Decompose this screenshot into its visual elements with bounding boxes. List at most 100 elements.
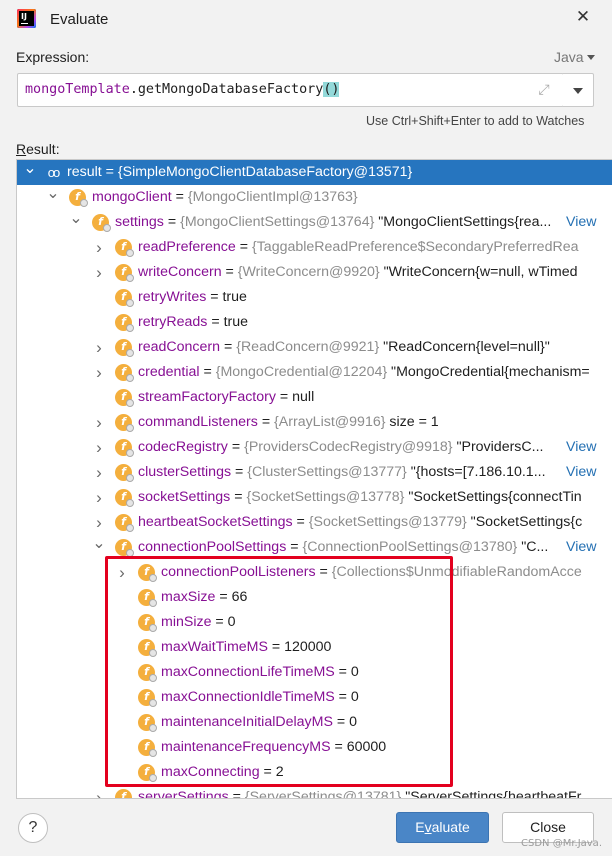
chevron-right-icon[interactable]: › bbox=[92, 260, 106, 285]
chevron-right-icon[interactable]: › bbox=[92, 485, 106, 510]
history-dropdown-button[interactable] bbox=[563, 73, 594, 107]
tree-row-text: streamFactoryFactory = null bbox=[138, 385, 314, 410]
tree-row-text: readConcern = {ReadConcern@9921} "ReadCo… bbox=[138, 335, 550, 360]
field-value: "MongoClientSettings{rea... bbox=[374, 214, 552, 230]
object-reference: {MongoClientSettings@13764} bbox=[180, 214, 375, 230]
field-name: connectionPoolSettings bbox=[138, 539, 287, 555]
field-name: retryReads bbox=[138, 314, 208, 330]
equals-sign: = bbox=[275, 389, 293, 405]
view-link[interactable]: View bbox=[563, 460, 597, 485]
chevron-right-icon[interactable]: › bbox=[92, 510, 106, 535]
close-icon[interactable]: ✕ bbox=[574, 8, 592, 26]
field-icon bbox=[115, 364, 134, 382]
field-name: result bbox=[67, 164, 102, 180]
field-value: size = 1 bbox=[385, 414, 439, 430]
tree-row[interactable]: › codecRegistry = {ProvidersCodecRegistry… bbox=[17, 435, 612, 460]
field-value: null bbox=[292, 389, 315, 405]
tree-row-text: settings = {MongoClientSettings@13764} "… bbox=[115, 210, 551, 235]
language-selector[interactable]: Java bbox=[554, 49, 584, 65]
tree-row-text: result = {SimpleMongoClientDatabaseFacto… bbox=[67, 160, 412, 185]
tree-row-text: credential = {MongoCredential@12204} "Mo… bbox=[138, 360, 590, 385]
field-value: "MongoCredential{mechanism= bbox=[387, 364, 590, 380]
object-reference: {SocketSettings@13779} bbox=[308, 514, 467, 530]
chevron-down-icon[interactable]: ⌄ bbox=[69, 210, 83, 235]
tree-row[interactable]: › readPreference = {TaggableReadPreferenc… bbox=[17, 235, 612, 260]
field-icon bbox=[115, 339, 134, 357]
field-name: writeConcern bbox=[138, 264, 222, 280]
field-icon bbox=[115, 389, 134, 407]
chevron-down-icon[interactable]: ⌄ bbox=[46, 185, 60, 210]
field-name: socketSettings bbox=[138, 489, 231, 505]
equals-sign: = bbox=[221, 264, 238, 280]
tree-row[interactable]: › serverSettings = {ServerSettings@13781}… bbox=[17, 785, 612, 799]
tree-row[interactable]: retryWrites = true bbox=[17, 285, 612, 310]
chevron-right-icon[interactable]: › bbox=[92, 410, 106, 435]
field-name: heartbeatSocketSettings bbox=[138, 514, 293, 530]
view-link[interactable]: View bbox=[563, 210, 597, 235]
tree-row-text: socketSettings = {SocketSettings@13778} … bbox=[138, 485, 582, 510]
expression-code[interactable]: mongoTemplate.getMongoDatabaseFactory() bbox=[25, 82, 340, 97]
expression-input[interactable]: mongoTemplate.getMongoDatabaseFactory() bbox=[17, 73, 564, 107]
equals-sign: = bbox=[220, 339, 237, 355]
tree-row[interactable]: retryReads = true bbox=[17, 310, 612, 335]
tree-row-text: mongoClient = {MongoClientImpl@13763} bbox=[92, 185, 358, 210]
chevron-right-icon[interactable]: › bbox=[92, 235, 106, 260]
tree-row[interactable]: ⌄ settings = {MongoClientSettings@13764} … bbox=[17, 210, 612, 235]
evaluate-button[interactable]: Evaluate bbox=[396, 812, 489, 843]
tree-row[interactable]: › clusterSettings = {ClusterSettings@1377… bbox=[17, 460, 612, 485]
tree-row[interactable]: › socketSettings = {SocketSettings@13778}… bbox=[17, 485, 612, 510]
equals-sign: = bbox=[257, 414, 275, 430]
tree-row[interactable]: streamFactoryFactory = null bbox=[17, 385, 612, 410]
chevron-down-icon[interactable]: ⌄ bbox=[23, 160, 37, 185]
tree-row[interactable]: ⌄ oo result = {SimpleMongoClientDatabaseFa… bbox=[17, 160, 612, 185]
chevron-right-icon[interactable]: › bbox=[92, 335, 106, 360]
chevron-right-icon[interactable]: › bbox=[92, 435, 106, 460]
tree-row[interactable]: › credential = {MongoCredential@12204} "M… bbox=[17, 360, 612, 385]
field-name: retryWrites bbox=[138, 289, 207, 305]
expression-label: Expression: bbox=[16, 49, 90, 65]
object-reference: {SocketSettings@13778} bbox=[246, 489, 405, 505]
field-name: codecRegistry bbox=[138, 439, 228, 455]
object-reference: {SimpleMongoClientDatabaseFactory@13571} bbox=[117, 164, 413, 180]
chevron-down-icon[interactable]: ⌄ bbox=[92, 535, 106, 560]
field-icon bbox=[115, 239, 134, 257]
view-link[interactable]: View bbox=[563, 535, 597, 560]
tree-row[interactable]: › commandListeners = {ArrayList@9916} siz… bbox=[17, 410, 612, 435]
field-icon bbox=[115, 539, 134, 557]
language-caret-icon[interactable] bbox=[587, 55, 595, 60]
equals-sign: = bbox=[101, 164, 118, 180]
tree-row-text: retryReads = true bbox=[138, 310, 248, 335]
equals-sign: = bbox=[230, 489, 247, 505]
expand-editor-icon[interactable]: ⤢ bbox=[535, 80, 553, 98]
window-title: Evaluate bbox=[50, 11, 109, 28]
field-name: readPreference bbox=[138, 239, 236, 255]
tree-row[interactable]: › readConcern = {ReadConcern@9921} "ReadC… bbox=[17, 335, 612, 360]
tree-row[interactable]: › writeConcern = {WriteConcern@9920} "Wri… bbox=[17, 260, 612, 285]
object-reference: {ArrayList@9916} bbox=[274, 414, 386, 430]
view-link[interactable]: View bbox=[563, 435, 597, 460]
tree-row-text: codecRegistry = {ProvidersCodecRegistry@… bbox=[138, 435, 543, 460]
chevron-right-icon[interactable]: › bbox=[92, 785, 106, 798]
object-reference: {ServerSettings@13781} bbox=[244, 789, 402, 799]
field-icon bbox=[69, 189, 88, 207]
field-name: mongoClient bbox=[92, 189, 172, 205]
field-value: "ReadConcern{level=null}" bbox=[379, 339, 550, 355]
object-reference: {ConnectionPoolSettings@13780} bbox=[302, 539, 518, 555]
object-reference: {MongoClientImpl@13763} bbox=[187, 189, 358, 205]
field-value: true bbox=[222, 289, 247, 305]
field-icon bbox=[115, 439, 134, 457]
tree-row[interactable]: ⌄ mongoClient = {MongoClientImpl@13763} bbox=[17, 185, 612, 210]
field-name: clusterSettings bbox=[138, 464, 232, 480]
field-icon bbox=[115, 289, 134, 307]
tree-row[interactable]: › heartbeatSocketSettings = {SocketSettin… bbox=[17, 510, 612, 535]
watermark: CSDN @Mr.Java. bbox=[521, 838, 602, 849]
chevron-right-icon[interactable]: › bbox=[92, 460, 106, 485]
result-label: Result: bbox=[16, 141, 60, 157]
help-button[interactable]: ? bbox=[18, 813, 48, 843]
chevron-right-icon[interactable]: › bbox=[92, 360, 106, 385]
equals-sign: = bbox=[286, 539, 303, 555]
title-bar: IJ Evaluate ✕ bbox=[0, 0, 612, 38]
equals-sign: = bbox=[163, 214, 181, 230]
intellij-app-icon: IJ bbox=[17, 9, 36, 28]
field-icon bbox=[115, 264, 134, 282]
